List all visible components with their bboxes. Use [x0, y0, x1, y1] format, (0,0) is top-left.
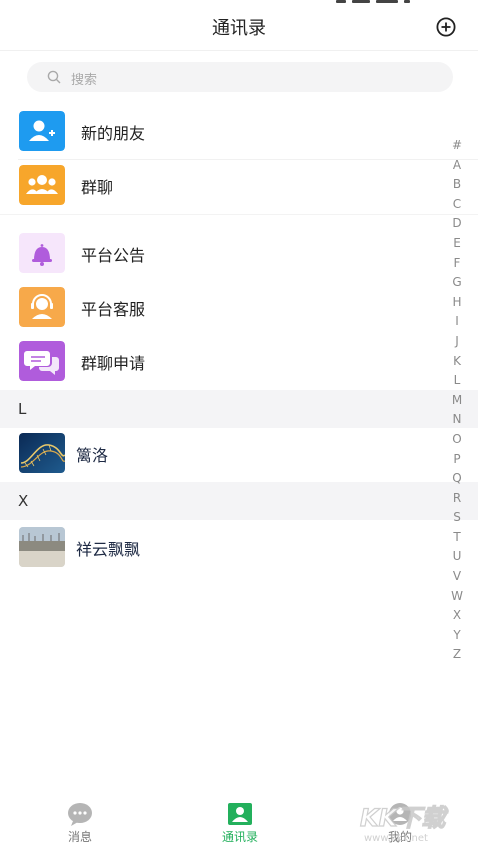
contact-avatar: [19, 433, 65, 473]
section-letter: L: [18, 400, 27, 418]
index-letter[interactable]: N: [450, 410, 464, 430]
index-letter[interactable]: H: [450, 293, 464, 313]
index-letter[interactable]: U: [450, 547, 464, 567]
top-bar: 通讯录: [0, 0, 478, 51]
row-new-friends[interactable]: 新的朋友: [0, 106, 478, 160]
alphabet-index[interactable]: # A B C D E F G H I J K L M N O P Q R S T U V W X Y Z: [450, 136, 464, 665]
search-placeholder: 搜索: [71, 73, 98, 88]
chat-bubbles-icon: [19, 341, 65, 381]
index-letter[interactable]: B: [450, 175, 464, 195]
group-icon: [19, 165, 65, 205]
index-letter[interactable]: I: [450, 312, 464, 332]
index-letter[interactable]: G: [450, 273, 464, 293]
index-letter[interactable]: #: [450, 136, 464, 156]
row-label: 新的朋友: [81, 124, 146, 143]
index-letter[interactable]: E: [450, 234, 464, 254]
index-letter[interactable]: O: [450, 430, 464, 450]
contact-avatar: [19, 527, 65, 567]
index-letter[interactable]: T: [450, 528, 464, 548]
index-letter[interactable]: Y: [450, 626, 464, 646]
section-header-x: X: [0, 482, 478, 520]
index-letter[interactable]: R: [450, 489, 464, 509]
index-letter[interactable]: L: [450, 371, 464, 391]
index-letter[interactable]: Q: [450, 469, 464, 489]
index-letter[interactable]: W: [450, 587, 464, 607]
headset-agent-icon: [19, 287, 65, 327]
contacts-icon: [228, 803, 252, 825]
index-letter[interactable]: C: [450, 195, 464, 215]
svg-text:www.kkx.net: www.kkx.net: [364, 833, 428, 844]
index-letter[interactable]: M: [450, 391, 464, 411]
search-icon: [47, 70, 61, 84]
index-letter[interactable]: S: [450, 508, 464, 528]
row-platform-support[interactable]: 平台客服: [0, 282, 478, 336]
contact-row[interactable]: 篱洛: [0, 428, 478, 482]
add-circle-icon[interactable]: [436, 17, 456, 37]
row-label: 平台公告: [81, 246, 146, 265]
chat-icon: [68, 803, 92, 826]
row-label: 群聊申请: [81, 354, 146, 373]
page-title: 通讯录: [212, 18, 266, 39]
tab-label: 通讯录: [221, 830, 258, 844]
add-user-icon: [19, 111, 65, 151]
index-letter[interactable]: Z: [450, 645, 464, 665]
kkx-watermark-logo: KK下载 www.kkx.net: [359, 803, 449, 844]
row-platform-announcement[interactable]: 平台公告: [0, 228, 478, 282]
group-spacer: [0, 214, 478, 227]
index-letter[interactable]: D: [450, 214, 464, 234]
tab-contacts[interactable]: 通讯录: [180, 792, 300, 850]
row-label: 平台客服: [81, 300, 146, 319]
contact-row[interactable]: 祥云飘飘: [0, 522, 478, 576]
index-letter[interactable]: X: [450, 606, 464, 626]
section-letter: X: [18, 492, 29, 510]
status-bar-remnant: [336, 0, 416, 4]
index-letter[interactable]: V: [450, 567, 464, 587]
index-letter[interactable]: P: [450, 450, 464, 470]
contact-name: 祥云飘飘: [76, 540, 141, 559]
row-group-chats[interactable]: 群聊: [0, 160, 478, 214]
svg-text:KK下载: KK下载: [360, 804, 449, 832]
tab-label: 消息: [67, 830, 92, 844]
row-label: 群聊: [81, 178, 114, 197]
index-letter[interactable]: K: [450, 352, 464, 372]
tab-messages[interactable]: 消息: [20, 792, 140, 850]
contact-name: 篱洛: [76, 446, 109, 465]
bell-icon: [19, 233, 65, 273]
section-header-l: L: [0, 390, 478, 428]
row-group-requests[interactable]: 群聊申请: [0, 336, 478, 390]
index-letter[interactable]: F: [450, 254, 464, 274]
index-letter[interactable]: A: [450, 156, 464, 176]
index-letter[interactable]: J: [450, 332, 464, 352]
search-bar[interactable]: 搜索: [27, 62, 453, 92]
